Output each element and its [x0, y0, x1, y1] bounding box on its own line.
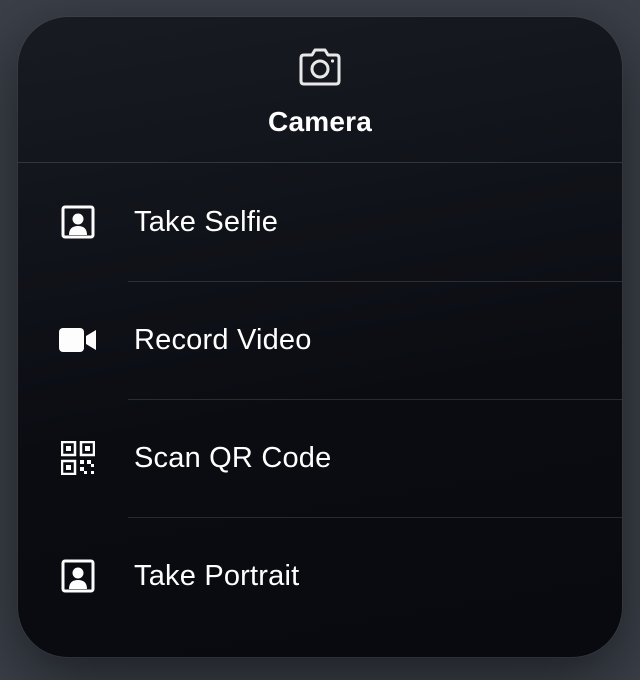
qr-icon — [58, 438, 98, 478]
menu-item-take-selfie[interactable]: Take Selfie — [58, 163, 622, 281]
camera-icon — [295, 47, 345, 92]
portrait-icon — [58, 556, 98, 596]
menu-item-scan-qr[interactable]: Scan QR Code — [58, 399, 622, 517]
menu-item-label: Take Portrait — [134, 560, 299, 593]
divider — [128, 517, 622, 518]
menu-item-take-portrait[interactable]: Take Portrait — [58, 517, 622, 635]
menu-title: Camera — [268, 106, 372, 138]
video-icon — [58, 320, 98, 360]
menu-item-label: Record Video — [134, 324, 312, 357]
divider — [128, 281, 622, 282]
menu-item-label: Scan QR Code — [134, 442, 331, 475]
menu-header: Camera — [18, 17, 622, 163]
selfie-icon — [58, 202, 98, 242]
divider — [128, 399, 622, 400]
camera-quick-actions-menu: Camera Take Selfie Record Video — [18, 17, 622, 657]
menu-item-label: Take Selfie — [134, 206, 278, 239]
menu-list: Take Selfie Record Video — [18, 163, 622, 635]
menu-item-record-video[interactable]: Record Video — [58, 281, 622, 399]
